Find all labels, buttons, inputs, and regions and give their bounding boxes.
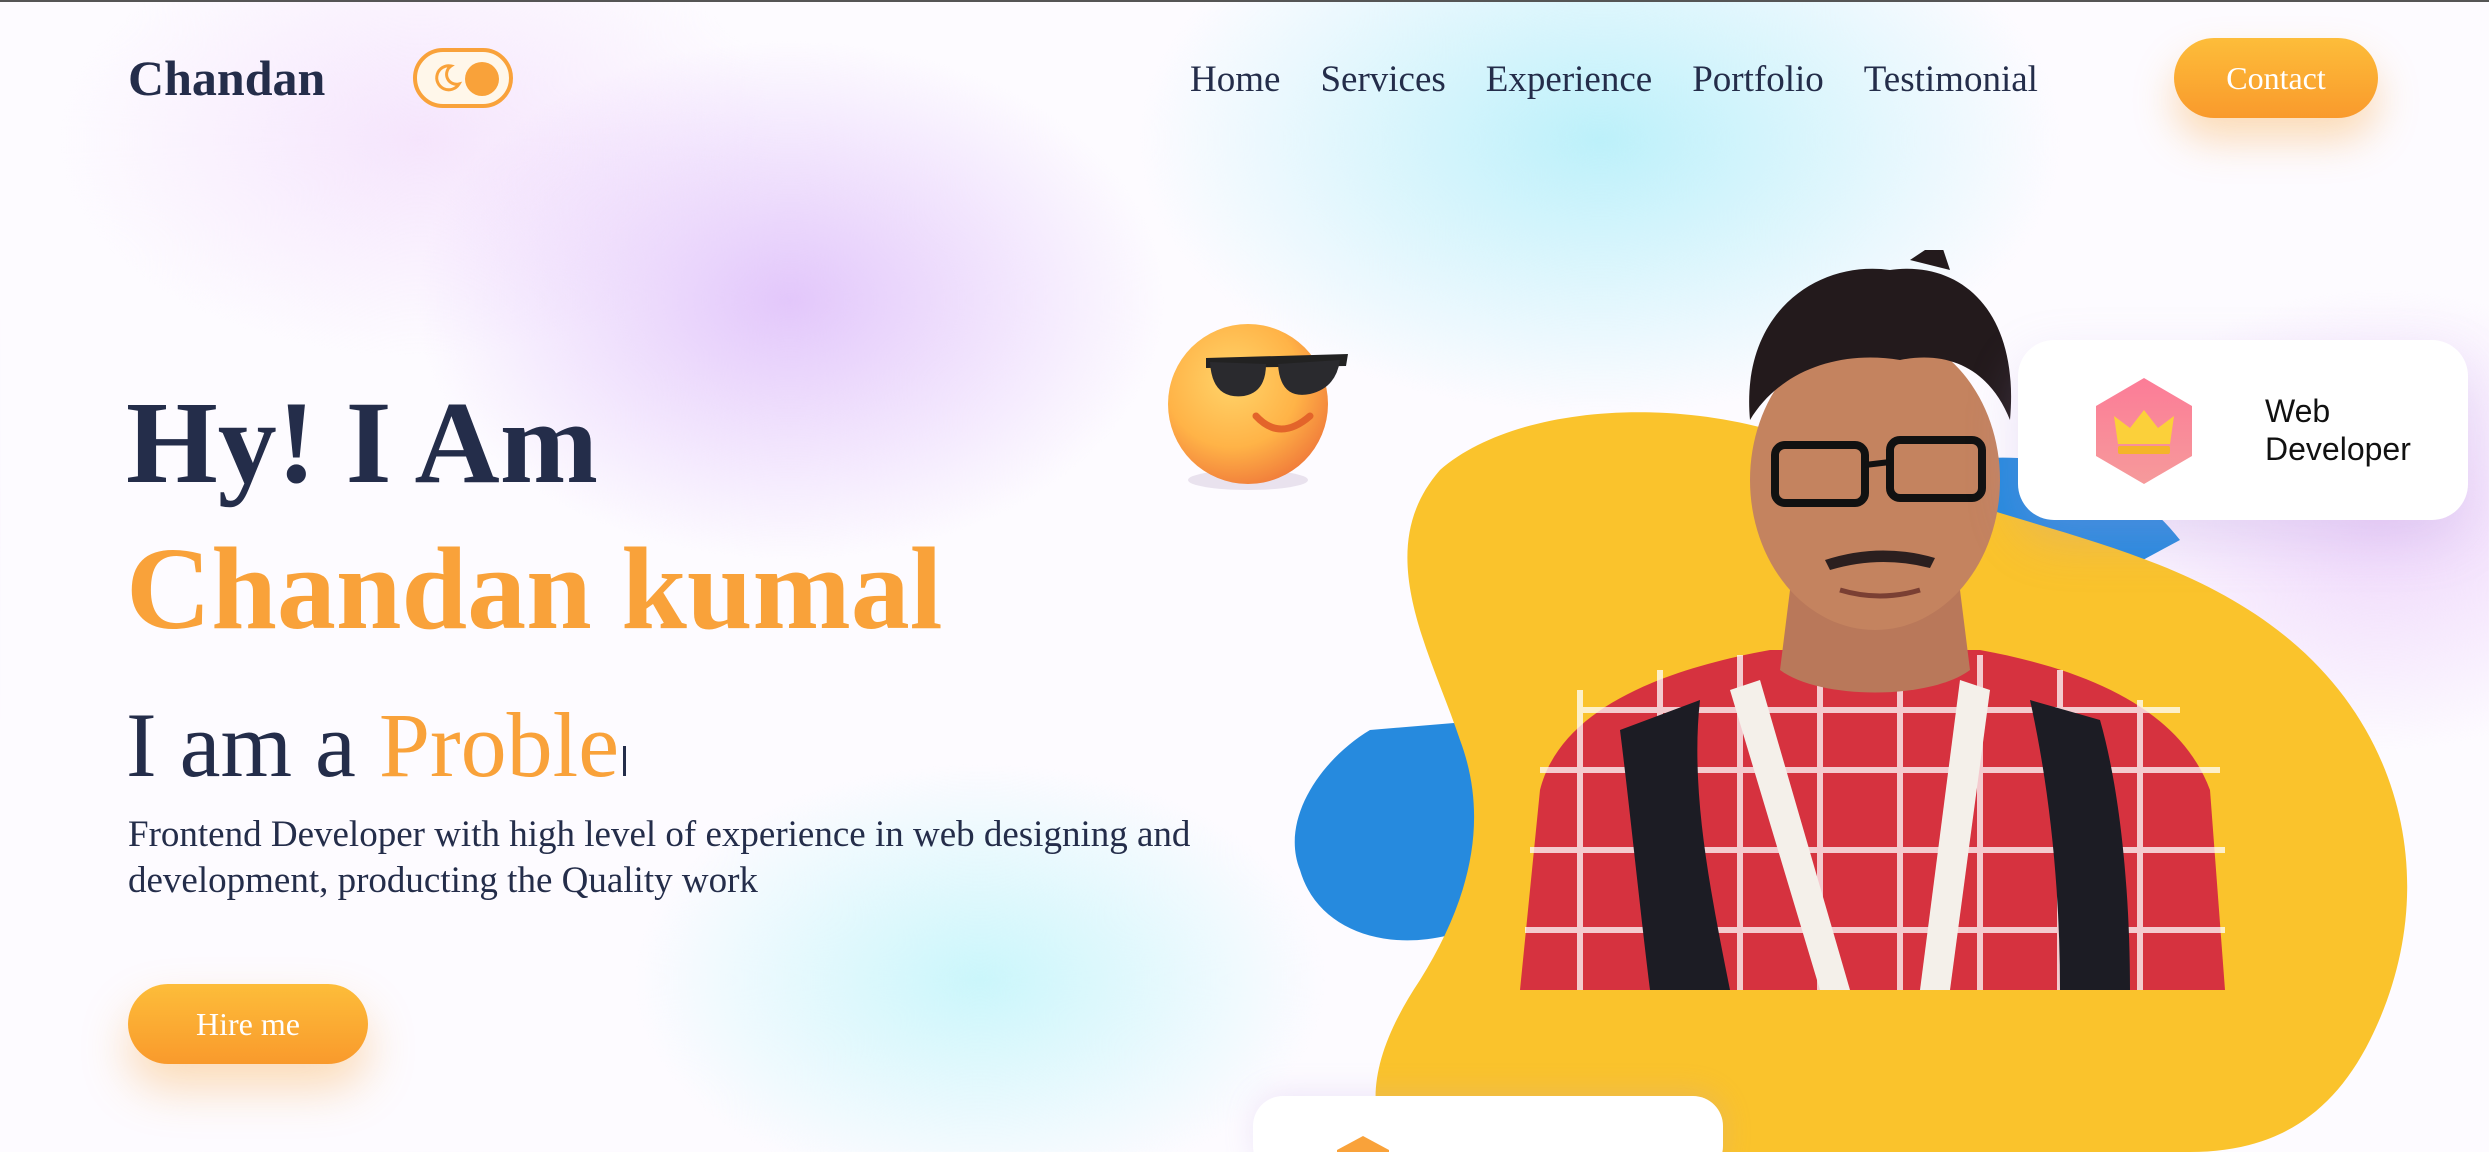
nav-home[interactable]: Home [1190, 50, 1280, 110]
hero-role: I am a Proble [126, 690, 627, 800]
web-developer-card: Web Developer [2018, 340, 2468, 520]
nav-experience[interactable]: Experience [1486, 50, 1652, 110]
top-border [0, 0, 2489, 2]
card-line-1: Web [2265, 393, 2331, 429]
card-line-2: Developer [2265, 431, 2411, 467]
role-typed-text: Proble [378, 694, 620, 796]
nav-portfolio[interactable]: Portfolio [1692, 50, 1824, 110]
hero-description: Frontend Developer with high level of ex… [128, 814, 1191, 901]
crown-icon [2096, 378, 2192, 484]
typing-caret [623, 746, 627, 776]
main-nav: Home Services Experience Portfolio Testi… [1190, 50, 2038, 110]
toggle-knob [465, 62, 499, 96]
hire-me-button[interactable]: Hire me [128, 984, 368, 1064]
theme-toggle[interactable] [413, 48, 513, 108]
hero-greeting: Hy! I Am [126, 377, 598, 508]
nav-testimonial[interactable]: Testimonial [1864, 50, 2038, 110]
web-developer-label: Web Developer [2265, 392, 2411, 468]
role-prefix: I am a [126, 694, 356, 796]
contact-button[interactable]: Contact [2174, 38, 2378, 118]
site-logo[interactable]: Chandan [128, 48, 325, 108]
badge-icon [1337, 1136, 1389, 1152]
floating-card-bottom [1253, 1096, 1723, 1152]
hero-name: Chandan kumal [126, 523, 943, 654]
moon-icon [435, 64, 463, 92]
nav-services[interactable]: Services [1320, 50, 1445, 110]
